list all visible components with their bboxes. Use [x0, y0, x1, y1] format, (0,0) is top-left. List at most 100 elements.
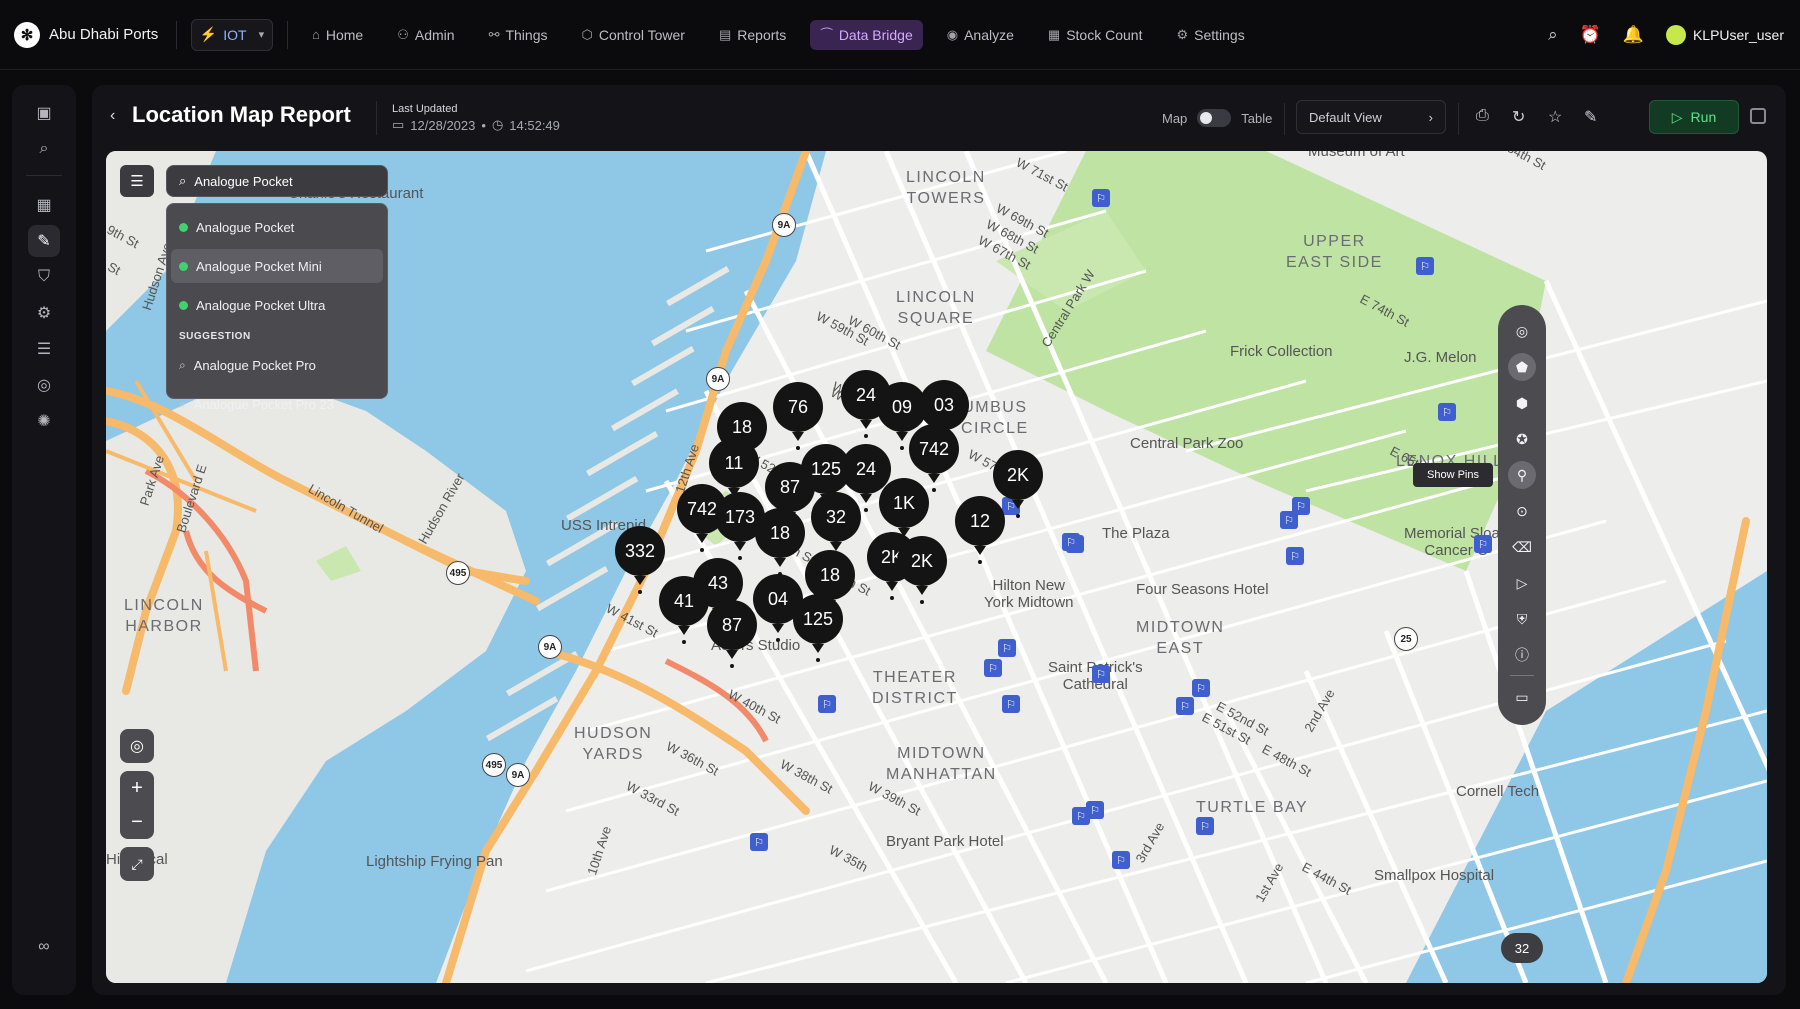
poi-label[interactable]: The Plaza: [1102, 525, 1170, 542]
nav-item-analyze[interactable]: ◉ Analyze: [937, 20, 1024, 50]
back-chevron-icon[interactable]: ‹: [110, 107, 115, 125]
pin-cluster[interactable]: 11: [709, 438, 759, 506]
sidebar-toggle-icon[interactable]: ▣: [28, 97, 60, 129]
search-input[interactable]: Analogue Pocket: [194, 174, 292, 189]
compass-icon[interactable]: ✪: [1508, 425, 1536, 453]
print-icon[interactable]: ⎙: [1476, 107, 1489, 125]
pin-cluster[interactable]: 03: [919, 380, 969, 448]
my-location-button[interactable]: ◎: [120, 729, 154, 763]
show-pins-icon[interactable]: ⚲: [1508, 461, 1536, 489]
module-switcher[interactable]: ⚡ IOT ▾: [191, 18, 273, 51]
transit-icon: ⚐: [1062, 533, 1080, 551]
cluster-count: 173: [724, 506, 756, 527]
search-suggestion-label: Analogue Pocket Pro 23: [193, 396, 334, 412]
pin-cluster[interactable]: 1K: [879, 478, 929, 546]
nav-item-stock-count[interactable]: ▦ Stock Count: [1038, 20, 1153, 50]
nav-item-admin[interactable]: ⚇ Admin: [387, 20, 464, 50]
route-shield: 9A: [772, 213, 796, 237]
search-suggestion[interactable]: ⌕ Analogue Pocket Pro: [171, 348, 383, 382]
star-icon[interactable]: ☆: [1548, 107, 1562, 127]
map-icon[interactable]: ⛉: [28, 261, 60, 293]
search-suggestion[interactable]: ⌕ Analogue Pocket Pro 23: [171, 387, 383, 421]
filter-button[interactable]: ☰: [120, 165, 154, 197]
nav-item-things[interactable]: ⚯ Things: [479, 20, 558, 50]
refresh-icon[interactable]: ↻: [1512, 107, 1525, 127]
cluster-count: 2K: [910, 550, 934, 571]
pin-icon[interactable]: ⬢: [1508, 389, 1536, 417]
shield-icon[interactable]: ⛨: [1508, 605, 1536, 633]
transit-icon: ⚐: [750, 833, 768, 851]
poi-label[interactable]: J.G. Melon: [1404, 349, 1477, 366]
run-button[interactable]: ▷ Run: [1649, 100, 1739, 134]
nav-item-settings[interactable]: ⚙ Settings: [1166, 20, 1254, 50]
eraser-icon[interactable]: ⌫: [1508, 533, 1536, 561]
dashboard-icon[interactable]: ▦: [28, 189, 60, 221]
bell-icon[interactable]: 🔔: [1623, 25, 1644, 45]
pin-cluster[interactable]: 18: [805, 550, 855, 618]
search-icon[interactable]: ⌕: [1548, 25, 1558, 45]
location-pin-icon[interactable]: ◎: [1508, 317, 1536, 345]
home-icon: ⌂: [312, 27, 320, 42]
poi-label[interactable]: Smallpox Hospital: [1374, 867, 1494, 884]
alarm-icon[interactable]: ⏰: [1580, 25, 1601, 45]
iot-icon: ⚡: [199, 26, 218, 42]
poi-label[interactable]: Four Seasons Hotel: [1136, 581, 1269, 598]
fullscreen-button[interactable]: ⤢: [120, 847, 154, 881]
pin-cluster[interactable]: 18: [755, 508, 805, 576]
edit-icon[interactable]: ✎: [1584, 107, 1597, 127]
play-icon[interactable]: ▷: [1508, 569, 1536, 597]
route-shield: 9A: [538, 635, 562, 659]
brand[interactable]: ✻ Abu Dhabi Ports: [0, 21, 176, 48]
poi-label[interactable]: Frick Collection: [1230, 343, 1333, 360]
pin-cluster[interactable]: 87: [707, 600, 757, 668]
layers-icon[interactable]: ▭: [1508, 683, 1536, 711]
nav-item-data-bridge[interactable]: ⏜ Data Bridge: [810, 19, 923, 50]
pin-cluster[interactable]: 742: [909, 424, 959, 492]
ruler-icon[interactable]: ✎: [28, 225, 60, 257]
nav-item-home[interactable]: ⌂ Home: [302, 20, 373, 50]
map-search[interactable]: ⌕ Analogue Pocket: [166, 165, 388, 197]
pin-cluster[interactable]: 2K: [897, 536, 947, 604]
pin-cluster[interactable]: 125: [793, 594, 843, 662]
user-name: KLPUser_user: [1692, 27, 1784, 43]
poi-label[interactable]: Cornell Tech: [1456, 783, 1539, 800]
search-icon[interactable]: ⌕: [28, 133, 60, 165]
gear-icon[interactable]: ⚙: [28, 297, 60, 329]
tag-icon[interactable]: ⬟: [1508, 353, 1536, 381]
pin-cluster[interactable]: 41: [659, 576, 709, 644]
view-selector[interactable]: Default View ›: [1296, 100, 1446, 134]
poi-label[interactable]: Museum of Art: [1308, 151, 1405, 160]
storage-icon[interactable]: ☰: [28, 333, 60, 365]
pin-cluster[interactable]: 12: [955, 496, 1005, 564]
search-result[interactable]: Analogue Pocket: [171, 210, 383, 244]
pin-cluster[interactable]: 76: [773, 382, 823, 450]
pin-cluster[interactable]: 32: [811, 492, 861, 560]
nav-item-control-tower[interactable]: ⬡ Control Tower: [572, 20, 695, 50]
info-icon[interactable]: ⓘ: [1508, 641, 1536, 669]
cluster-anchor-icon: [682, 640, 686, 644]
marker-icon[interactable]: ⊙: [1508, 497, 1536, 525]
infinity-icon[interactable]: ∞: [28, 931, 60, 963]
poi-label[interactable]: Lightship Frying Pan: [366, 853, 503, 870]
search-result[interactable]: Analogue Pocket Mini: [171, 249, 383, 283]
nav-item-reports[interactable]: ▤ Reports: [709, 20, 796, 50]
poi-label[interactable]: Memorial Sloan Cancer C: [1404, 525, 1508, 559]
zoom-in-button[interactable]: +: [120, 771, 154, 805]
last-updated-value: ▭ 12/28/2023 • ◷ 14:52:49: [392, 117, 560, 133]
pin-cluster[interactable]: 87: [765, 462, 815, 530]
pin-cluster[interactable]: 332: [615, 526, 665, 594]
user-menu[interactable]: KLPUser_user: [1665, 25, 1784, 45]
pin-cluster[interactable]: 2K: [993, 450, 1043, 518]
chat-icon[interactable]: ◎: [28, 369, 60, 401]
location-map[interactable]: LINCOLN TOWERS UPPER EAST SIDE LINCOLN SQU…: [106, 151, 1767, 983]
view-switch[interactable]: [1197, 109, 1232, 127]
zoom-out-button[interactable]: −: [120, 805, 154, 839]
poi-label[interactable]: Hilton New York Midtown: [984, 577, 1074, 611]
layout-icon[interactable]: [1750, 108, 1766, 124]
poi-label[interactable]: Bryant Park Hotel: [886, 833, 1004, 850]
cluster-count: 332: [624, 540, 656, 561]
sun-icon[interactable]: ✺: [28, 405, 60, 437]
transit-icon: ⚐: [1176, 697, 1194, 715]
search-result[interactable]: Analogue Pocket Ultra: [171, 288, 383, 322]
poi-label[interactable]: Central Park Zoo: [1130, 435, 1243, 452]
